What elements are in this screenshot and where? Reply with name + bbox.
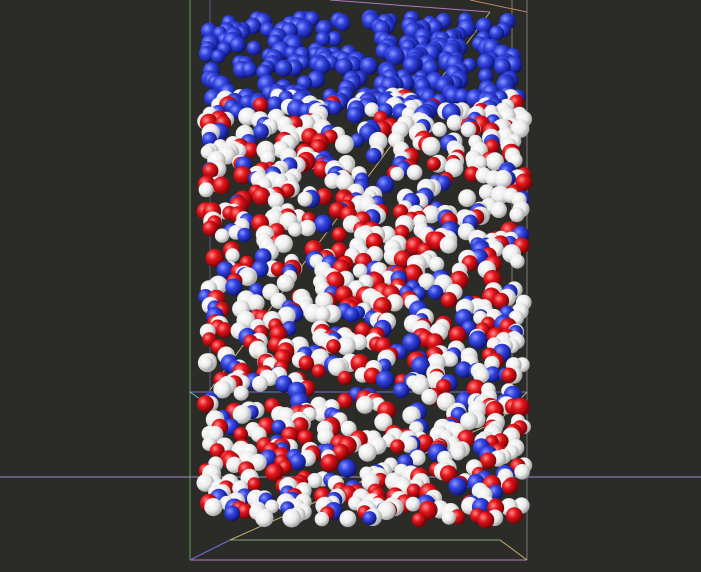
red-atom	[332, 227, 347, 243]
white-atom	[314, 306, 331, 323]
red-atom	[212, 176, 231, 195]
red-atom	[501, 367, 517, 383]
white-atom	[214, 228, 230, 243]
white-atom	[288, 222, 303, 237]
white-atom	[510, 254, 525, 269]
blue-atom	[241, 61, 258, 78]
red-atom	[320, 453, 339, 472]
red-atom	[506, 507, 523, 524]
white-atom	[405, 496, 421, 512]
molecule-cluster	[196, 9, 533, 529]
blue-atom	[365, 147, 382, 164]
blue-atom	[225, 278, 243, 296]
white-atom	[451, 446, 466, 461]
white-atom	[199, 356, 214, 371]
white-atom	[198, 182, 214, 198]
white-atom	[446, 114, 463, 131]
blue-atom	[477, 53, 495, 71]
white-atom	[428, 256, 445, 272]
white-atom	[421, 136, 441, 156]
blue-atom	[362, 511, 377, 526]
blue-atom	[253, 123, 269, 140]
red-atom	[441, 292, 457, 308]
white-atom	[247, 294, 265, 312]
blue-atom	[211, 49, 226, 64]
blue-atom	[489, 25, 505, 41]
blue-atom	[468, 330, 488, 350]
white-atom	[335, 135, 354, 154]
blue-atom	[448, 477, 467, 496]
red-atom	[247, 477, 262, 492]
red-atom	[197, 395, 214, 413]
box-edge-lower-diag-4	[499, 539, 528, 561]
box-edge-diagonal-top	[329, 0, 491, 13]
white-atom	[297, 191, 313, 207]
red-atom	[298, 355, 314, 371]
white-atom	[204, 498, 223, 517]
white-atom	[490, 201, 507, 219]
white-atom	[252, 375, 268, 392]
blue-atom	[229, 36, 246, 54]
blue-atom	[275, 59, 293, 77]
white-atom	[439, 236, 458, 254]
blue-atom	[346, 106, 364, 124]
molecular-viewer-viewport[interactable]	[0, 0, 701, 572]
blue-atom	[428, 284, 444, 300]
red-atom	[390, 439, 405, 454]
red-atom	[252, 187, 271, 206]
red-atom	[426, 156, 441, 171]
blue-atom	[335, 15, 351, 31]
white-atom	[358, 443, 377, 462]
white-atom	[390, 166, 405, 181]
red-atom	[511, 397, 530, 417]
white-atom	[339, 510, 357, 528]
box-edge-top-right	[469, 0, 528, 13]
blue-atom	[393, 382, 410, 399]
red-atom	[477, 511, 495, 529]
white-atom	[356, 396, 374, 414]
red-atom	[311, 364, 326, 379]
white-atom	[421, 388, 438, 405]
red-atom	[252, 97, 269, 113]
blue-atom	[344, 307, 360, 323]
red-atom	[411, 512, 427, 528]
white-atom	[494, 169, 512, 188]
red-atom	[337, 370, 352, 386]
molecular-scene-canvas[interactable]	[0, 0, 701, 572]
white-atom	[276, 274, 295, 292]
white-atom	[255, 508, 274, 528]
white-atom	[225, 248, 240, 263]
white-atom	[458, 189, 476, 208]
white-atom	[406, 164, 423, 181]
white-atom	[441, 510, 456, 525]
white-atom	[314, 511, 330, 527]
red-atom	[480, 452, 497, 469]
red-atom	[326, 339, 341, 354]
blue-atom	[224, 505, 241, 522]
white-atom	[233, 385, 249, 401]
white-atom	[514, 464, 530, 480]
blue-atom	[237, 227, 252, 243]
white-atom	[282, 508, 302, 528]
white-atom	[432, 121, 447, 137]
box-edge-lower-diag-3	[189, 539, 231, 561]
blue-atom	[338, 459, 357, 478]
white-atom	[460, 121, 477, 138]
white-atom	[509, 207, 525, 223]
blue-atom	[375, 370, 395, 389]
white-atom	[443, 352, 458, 367]
blue-atom	[313, 214, 333, 234]
red-atom	[216, 322, 233, 338]
red-atom	[501, 479, 518, 495]
blue-atom	[246, 40, 262, 56]
